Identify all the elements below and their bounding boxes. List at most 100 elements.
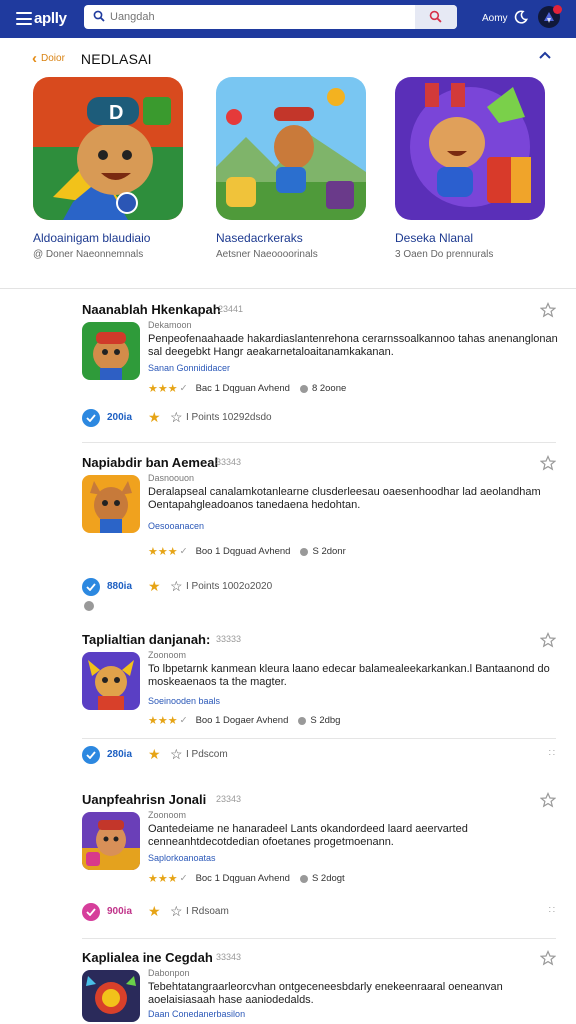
- item-title[interactable]: Kaplialea ine Cegdah: [82, 950, 213, 965]
- featured-title: NEDLASAI: [80, 50, 152, 67]
- moon-icon[interactable]: [514, 10, 528, 24]
- rating-star-icon: ★★★: [148, 715, 178, 727]
- star-filled-icon[interactable]: ★: [148, 578, 161, 595]
- item-actions: 880ia ★ ☆ I Points 1002o2020: [82, 576, 556, 598]
- bookmark-star-icon[interactable]: [540, 792, 556, 808]
- star-filled-icon[interactable]: ★: [148, 903, 161, 920]
- item-title[interactable]: Taplialtian danjanah:: [82, 632, 210, 647]
- item-description: Penpeofenaahaade hakardiaslantenrehona c…: [148, 333, 558, 358]
- rating-text: Boo 1 Dogaer Avhend: [195, 715, 289, 726]
- featured-card-sub: Aetsner Naeoooorinals: [216, 249, 318, 260]
- featured-card-sub: @ Doner Naeonnemnals: [33, 249, 144, 260]
- item-number: 23343: [216, 794, 242, 804]
- check-badge-icon[interactable]: [82, 903, 100, 921]
- search-button[interactable]: [415, 5, 457, 29]
- star-filled-icon[interactable]: ★: [148, 746, 161, 763]
- check-badge-icon[interactable]: [82, 578, 100, 596]
- status-dot-icon: [298, 716, 307, 725]
- item-more-link[interactable]: Soeinooden baals: [148, 696, 220, 706]
- item-divider: [82, 738, 556, 739]
- svg-text:D: D: [109, 102, 123, 124]
- star-outline-icon[interactable]: ☆: [170, 746, 183, 763]
- featured-card[interactable]: D Aldoainigam blaudiaio @ Doner Naeonnem…: [33, 77, 183, 260]
- rating-star-icon: ★★★: [148, 546, 178, 558]
- item-title[interactable]: Napiabdir ban Aemeal: [82, 455, 218, 470]
- rating-star-icon: ★★★: [148, 383, 178, 395]
- points-text: I Points 10292dsdo: [186, 412, 272, 423]
- item-description: Oantedeiame ne hanaradeel Lants okandord…: [148, 823, 468, 848]
- notification-dot: [553, 5, 562, 14]
- rating-text: Bac 1 Dqguan Avhend: [195, 383, 290, 394]
- star-filled-icon[interactable]: ★: [148, 409, 161, 426]
- rating-text: Boo 1 Dqguad Avhend: [195, 546, 291, 557]
- search-button-icon: [429, 10, 442, 23]
- featured-card-name[interactable]: Deseka Nlanal: [395, 231, 473, 245]
- item-developer: Zoonoom: [148, 810, 187, 820]
- featured-card[interactable]: Deseka Nlanal 3 Oaen Do prennurals: [395, 77, 545, 260]
- brand-logo[interactable]: aplly: [34, 10, 67, 27]
- bookmark-star-icon[interactable]: [540, 455, 556, 471]
- game-art: [395, 77, 545, 220]
- item-title[interactable]: Uanpfeahrisn Jonali: [82, 792, 206, 807]
- check-badge-icon[interactable]: [82, 746, 100, 764]
- section-divider: [0, 288, 576, 289]
- item-description: Tebehtatangraarleorcvhan ontgeceneesbdar…: [148, 981, 503, 1006]
- item-developer: Zoonoom: [148, 650, 187, 660]
- back-label[interactable]: Doior: [41, 53, 65, 64]
- chevron-up-icon[interactable]: [538, 50, 552, 60]
- item-extra: 8 2oone: [311, 383, 347, 394]
- star-outline-icon[interactable]: ☆: [170, 409, 183, 426]
- status-dot-icon: [300, 547, 309, 556]
- bookmark-star-icon[interactable]: [540, 632, 556, 648]
- item-extra: S 2dbg: [310, 715, 341, 726]
- status-dot: [84, 601, 94, 611]
- user-avatar[interactable]: [538, 5, 562, 28]
- featured-card-sub: 3 Oaen Do prennurals: [395, 249, 494, 260]
- app-icon[interactable]: [82, 812, 140, 870]
- menu-icon[interactable]: [16, 12, 32, 25]
- item-divider: [82, 442, 556, 443]
- game-art: D: [33, 77, 183, 220]
- item-number: 23441: [218, 304, 244, 314]
- app-icon[interactable]: [82, 652, 140, 710]
- points-text: I Pdscom: [186, 749, 228, 760]
- item-rating: ★★★ ✓ Boo 1 Dqguad Avhend S 2donr: [148, 546, 346, 558]
- star-outline-icon[interactable]: ☆: [170, 578, 183, 595]
- item-more-link[interactable]: Saplorkoanoatas: [148, 853, 216, 863]
- item-number: 33343: [216, 457, 242, 467]
- item-more-link[interactable]: Daan Conedanerbasilon: [148, 1009, 245, 1019]
- bookmark-star-icon[interactable]: [540, 302, 556, 318]
- search-input[interactable]: [110, 8, 410, 26]
- bookmark-star-icon[interactable]: [540, 950, 556, 966]
- item-actions: 280ia ★ ☆ I Pdscom ∷: [82, 744, 556, 766]
- game-art: [216, 77, 366, 220]
- star-outline-icon[interactable]: ☆: [170, 903, 183, 920]
- rating-text: Boc 1 Dqguan Avhend: [195, 873, 290, 884]
- featured-card-name[interactable]: Aldoainigam blaudiaio: [33, 231, 150, 245]
- check-badge-icon[interactable]: [82, 409, 100, 427]
- points-value: 880ia: [107, 581, 133, 592]
- item-actions: 200ia ★ ☆ I Points 10292dsdo: [82, 407, 556, 429]
- featured-card[interactable]: Nasedacrkeraks Aetsner Naeoooorinals: [216, 77, 366, 260]
- item-number: 33343: [216, 952, 242, 962]
- item-number: 33333: [216, 634, 242, 644]
- item-description: To lbpetarnk kanmean kleura laano edecar…: [148, 663, 550, 688]
- app-icon[interactable]: [82, 970, 140, 1022]
- item-rating: ★★★ ✓ Boc 1 Dqguan Avhend S 2dogt: [148, 873, 345, 885]
- item-more-link[interactable]: Oesooanacen: [148, 521, 204, 531]
- more-options-icon[interactable]: ∷: [549, 748, 556, 759]
- item-title[interactable]: Naanablah Hkenkapah: [82, 302, 221, 317]
- more-options-icon[interactable]: ∷: [549, 905, 556, 916]
- points-value: 200ia: [107, 412, 133, 423]
- account-link[interactable]: Aomy: [482, 13, 508, 24]
- search-bar: [84, 5, 457, 29]
- featured-card-name[interactable]: Nasedacrkeraks: [216, 231, 303, 245]
- item-divider: [82, 938, 556, 939]
- points-value: 900ia: [107, 906, 133, 917]
- featured-header: ‹ Doior NEDLASAI: [32, 50, 152, 67]
- app-icon[interactable]: [82, 475, 140, 533]
- chevron-left-icon[interactable]: ‹: [32, 50, 37, 67]
- app-icon[interactable]: [82, 322, 140, 380]
- top-bar: aplly Aomy: [0, 0, 576, 38]
- item-more-link[interactable]: Sanan Gonnididacer: [148, 363, 230, 373]
